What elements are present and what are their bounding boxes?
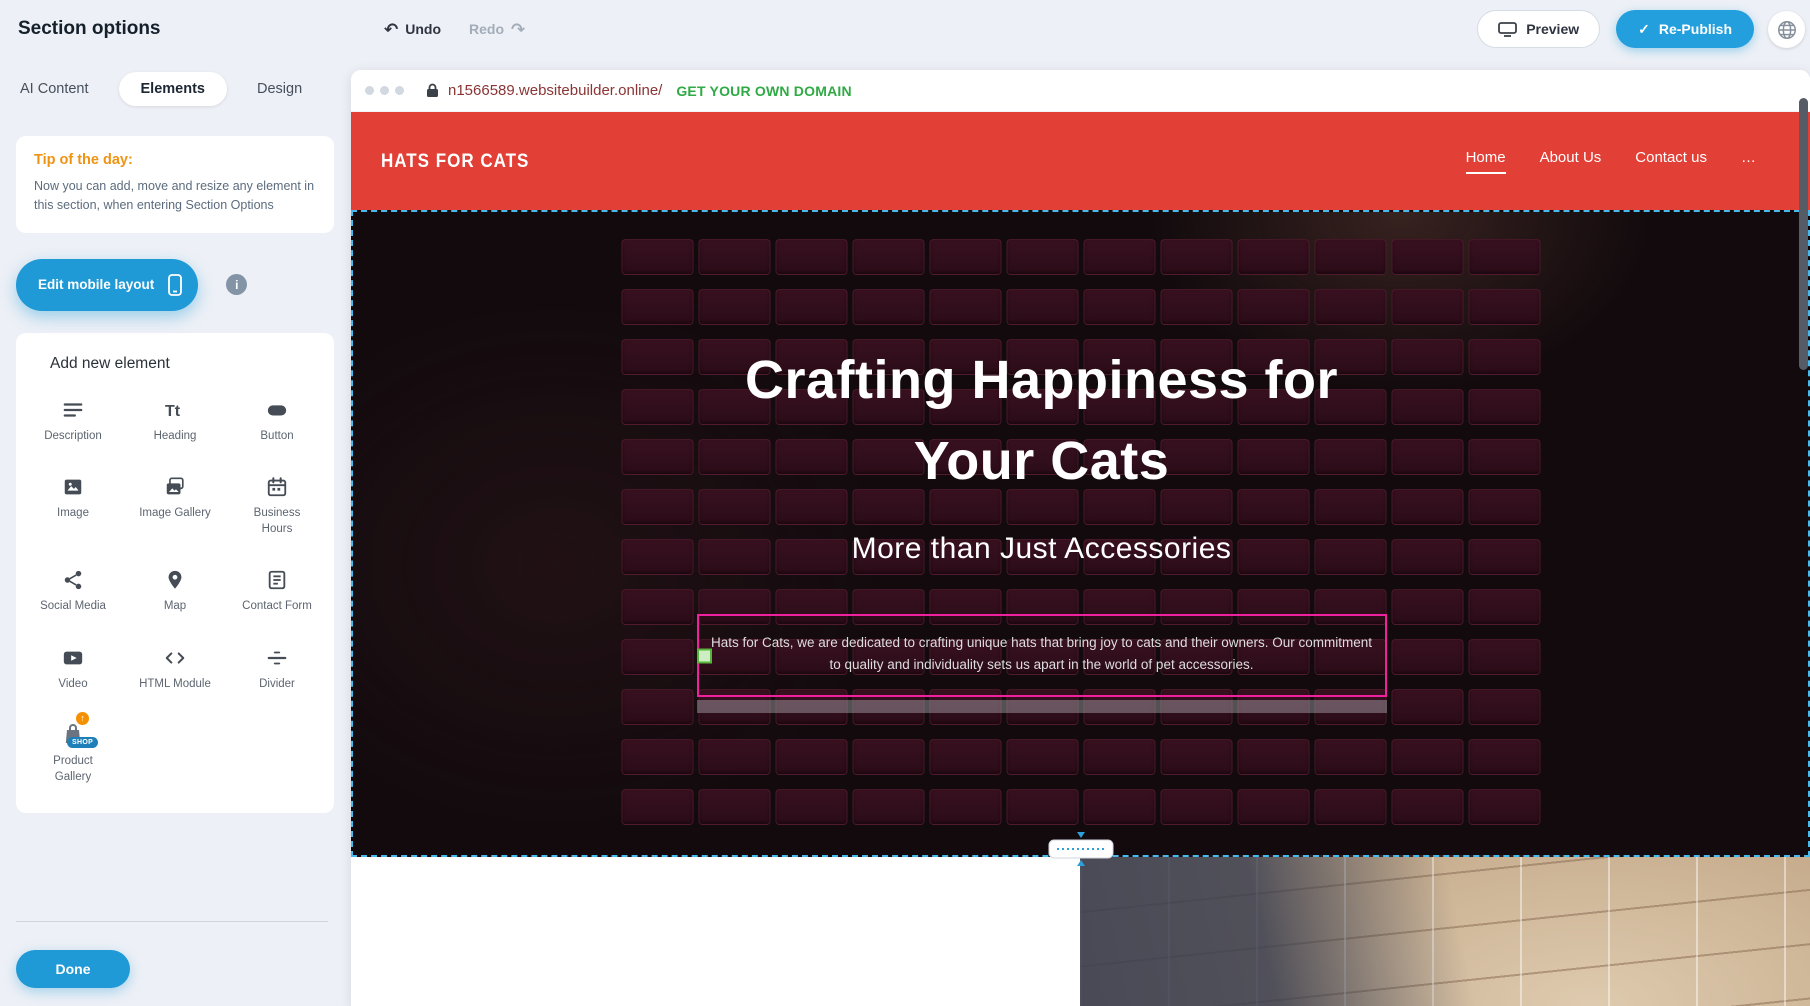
undo-icon: ↶: [384, 21, 398, 38]
redo-icon: ↷: [511, 21, 525, 38]
phone-icon: [168, 274, 182, 296]
republish-label: Re-Publish: [1659, 21, 1732, 37]
code-icon: [163, 643, 187, 669]
redo-button[interactable]: Redo ↷: [469, 21, 525, 38]
site-url[interactable]: n1566589.websitebuilder.online/: [448, 82, 662, 99]
add-element-divider[interactable]: Divider: [226, 643, 328, 693]
sidebar-footer: Done: [16, 921, 328, 988]
window-dot: [380, 86, 389, 95]
hero-content: Crafting Happiness for Your Cats More th…: [353, 212, 1808, 855]
add-element-card: Add new element Description Tt Heading: [16, 333, 334, 814]
app: Section options ↶ Undo Redo ↷ Preview ✓ …: [0, 0, 1810, 1006]
hero-text-element-selected[interactable]: Hats for Cats, we are dedicated to craft…: [697, 614, 1387, 697]
heading-icon: Tt: [163, 395, 187, 421]
divider-icon: [266, 643, 288, 669]
resize-handle-left[interactable]: [697, 648, 712, 663]
hero-subheading: More than Just Accessories: [353, 532, 1730, 566]
undo-button[interactable]: ↶ Undo: [384, 21, 441, 38]
add-element-social-media[interactable]: Social Media: [22, 565, 124, 615]
footer-divider: [16, 921, 328, 922]
site-logo: HATS FOR CATS: [381, 150, 529, 173]
window-dot: [365, 86, 374, 95]
button-icon: [265, 395, 289, 421]
tip-card: Tip of the day: Now you can add, move an…: [16, 136, 334, 233]
product-gallery-icon: SHOP ↑: [61, 720, 85, 746]
add-element-description[interactable]: Description: [22, 395, 124, 445]
svg-text:Tt: Tt: [165, 403, 181, 420]
video-icon: [61, 643, 85, 669]
undo-label: Undo: [405, 21, 441, 37]
history-controls: ↶ Undo Redo ↷: [384, 0, 525, 58]
add-element-contact-form[interactable]: Contact Form: [226, 565, 328, 615]
contact-form-icon: [266, 565, 288, 591]
nav-more[interactable]: …: [1741, 149, 1756, 174]
nav-about-us[interactable]: About Us: [1540, 149, 1602, 174]
site-header: HATS FOR CATS Home About Us Contact us …: [351, 112, 1810, 210]
nav-contact-us[interactable]: Contact us: [1635, 149, 1707, 174]
hero-paragraph: Hats for Cats, we are dedicated to craft…: [707, 632, 1377, 675]
guide-strip: [697, 700, 1387, 713]
social-media-icon: [62, 565, 84, 591]
element-grid: Description Tt Heading Button: [22, 395, 328, 786]
add-element-html-module[interactable]: HTML Module: [124, 643, 226, 693]
blank-area: [351, 857, 1080, 1006]
preview-scrollbar[interactable]: [1799, 98, 1808, 370]
section-resize-handle[interactable]: [1048, 831, 1114, 872]
browser-chrome: n1566589.websitebuilder.online/ GET YOUR…: [351, 70, 1810, 112]
image-icon: [62, 472, 84, 498]
upgrade-badge-icon: ↑: [76, 712, 89, 725]
add-element-video[interactable]: Video: [22, 643, 124, 693]
globe-icon: [1776, 19, 1798, 41]
tab-design[interactable]: Design: [257, 81, 302, 97]
image-gallery-icon: [163, 472, 187, 498]
monitor-icon: [1498, 22, 1517, 37]
shop-badge: SHOP: [67, 737, 98, 748]
done-button[interactable]: Done: [16, 950, 130, 988]
sidebar: AI Content Elements Design Tip of the da…: [0, 58, 350, 1006]
redo-label: Redo: [469, 21, 504, 37]
site-nav: Home About Us Contact us …: [1466, 149, 1756, 174]
preview-button[interactable]: Preview: [1477, 10, 1600, 48]
topbar-actions: Preview ✓ Re-Publish: [1477, 10, 1754, 48]
add-element-button[interactable]: Button: [226, 395, 328, 445]
tab-elements[interactable]: Elements: [119, 72, 227, 106]
hero-heading: Crafting Happiness for Your Cats: [692, 340, 1392, 502]
tip-title: Tip of the day:: [34, 152, 316, 168]
hero-section-selected[interactable]: Crafting Happiness for Your Cats More th…: [351, 210, 1810, 857]
business-hours-icon: [266, 472, 288, 498]
get-domain-link[interactable]: GET YOUR OWN DOMAIN: [676, 83, 851, 99]
tab-ai-content[interactable]: AI Content: [20, 81, 89, 97]
topbar: Section options ↶ Undo Redo ↷ Preview ✓ …: [0, 0, 1810, 58]
nav-home[interactable]: Home: [1466, 149, 1506, 174]
next-section: [351, 857, 1810, 1006]
page-title: Section options: [18, 18, 161, 40]
preview-label: Preview: [1526, 21, 1579, 37]
lock-icon: [426, 83, 439, 98]
sidebar-tabs: AI Content Elements Design: [20, 72, 350, 106]
pavement-photo: [1080, 857, 1810, 1006]
site-preview: HATS FOR CATS Home About Us Contact us ……: [351, 112, 1810, 1006]
map-pin-icon: [164, 565, 186, 591]
add-element-heading[interactable]: Tt Heading: [124, 395, 226, 445]
preview-frame: n1566589.websitebuilder.online/ GET YOUR…: [351, 70, 1810, 1006]
info-icon[interactable]: i: [226, 274, 247, 295]
check-icon: ✓: [1638, 21, 1650, 38]
edit-mobile-label: Edit mobile layout: [38, 277, 154, 292]
add-element-image-gallery[interactable]: Image Gallery: [124, 472, 226, 537]
tip-body: Now you can add, move and resize any ele…: [34, 177, 316, 215]
add-element-title: Add new element: [50, 355, 328, 373]
description-icon: [62, 395, 84, 421]
add-element-product-gallery[interactable]: SHOP ↑ Product Gallery: [22, 720, 124, 785]
language-globe-button[interactable]: [1768, 11, 1805, 48]
republish-button[interactable]: ✓ Re-Publish: [1616, 10, 1754, 48]
edit-mobile-layout-button[interactable]: Edit mobile layout: [16, 259, 198, 311]
add-element-business-hours[interactable]: Business Hours: [226, 472, 328, 537]
window-dot: [395, 86, 404, 95]
add-element-map[interactable]: Map: [124, 565, 226, 615]
edit-mobile-row: Edit mobile layout i: [16, 259, 350, 311]
add-element-image[interactable]: Image: [22, 472, 124, 537]
